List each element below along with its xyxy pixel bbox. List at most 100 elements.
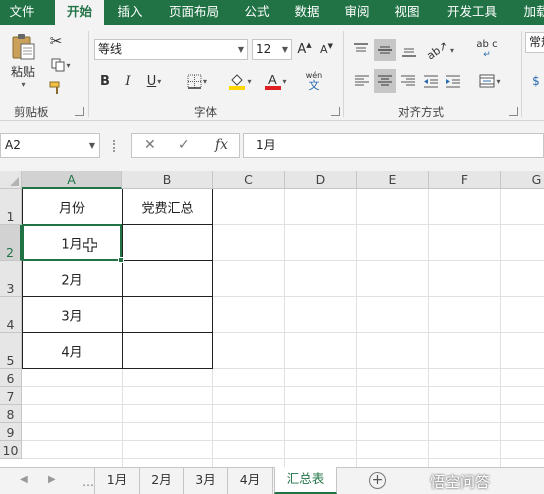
row-header-1[interactable]: 1 — [0, 189, 22, 225]
name-box[interactable]: A2 ▼ — [0, 133, 100, 158]
row-header-7[interactable]: 7 — [0, 387, 22, 405]
scroll-left-icon[interactable]: ◀ — [20, 474, 28, 485]
cell-b1[interactable]: 党费汇总 — [122, 189, 213, 225]
active-cell-outline — [22, 224, 124, 263]
column-header-b[interactable]: B — [122, 171, 213, 189]
plus-icon: + — [371, 472, 384, 488]
formula-bar: A2 ▼ ✕ ✓ fx 1月 — [0, 121, 544, 171]
borders-button[interactable]: ▾ — [182, 71, 212, 91]
row-header-3[interactable]: 3 — [0, 261, 22, 297]
gridline — [500, 189, 501, 467]
insert-function-icon[interactable]: fx — [215, 137, 228, 153]
caret-up-icon: ▲ — [306, 40, 312, 49]
tab-insert[interactable]: 插入 — [108, 0, 152, 25]
grow-font-button[interactable]: A ▲ — [296, 40, 313, 59]
format-painter-button[interactable] — [46, 79, 66, 97]
row-header-2[interactable]: 2 — [0, 225, 22, 261]
font-size-combo[interactable]: 12 ▼ — [252, 39, 292, 60]
cell-a3[interactable]: 2月 — [22, 261, 122, 297]
fill-color-button[interactable]: ▾ — [224, 70, 256, 92]
align-middle-button[interactable] — [374, 39, 396, 61]
column-header-e[interactable]: E — [357, 171, 429, 189]
cell-text: 月份 — [58, 201, 85, 217]
tab-formulas[interactable]: 公式 — [236, 0, 278, 25]
paste-button[interactable]: 粘贴 ▾ — [6, 31, 40, 91]
scroll-right-icon[interactable]: ▶ — [48, 474, 56, 485]
underline-label: U — [146, 73, 157, 89]
column-header-a[interactable]: A — [22, 171, 122, 189]
add-sheet-button[interactable]: + — [369, 472, 386, 489]
row-header-5[interactable]: 5 — [0, 333, 22, 369]
align-right-button[interactable] — [398, 70, 418, 92]
font-name-combo[interactable]: 等线 ▼ — [94, 39, 248, 60]
orientation-button[interactable]: ab↗ ▾ — [424, 38, 456, 62]
alignment-dialog-launcher-icon[interactable] — [509, 107, 518, 116]
increase-indent-button[interactable] — [443, 70, 463, 92]
formula-input[interactable]: 1月 — [243, 133, 544, 158]
cancel-icon[interactable]: ✕ — [144, 137, 156, 153]
sheet-tab-mar[interactable]: 3月 — [184, 468, 228, 494]
chevron-down-icon: ▾ — [449, 45, 454, 55]
cell-a1[interactable]: 月份 — [22, 189, 122, 225]
sheet-tab-apr[interactable]: 4月 — [228, 468, 273, 494]
align-top-button[interactable] — [350, 39, 372, 61]
phonetic-guide-button[interactable]: wén 文 — [303, 69, 325, 93]
row-header-10[interactable]: 10 — [0, 441, 22, 459]
shrink-font-button[interactable]: A ▼ — [318, 40, 335, 59]
cut-button[interactable]: ✂ — [46, 32, 66, 50]
group-separator — [521, 31, 522, 117]
column-header-c[interactable]: C — [213, 171, 285, 189]
merge-center-button[interactable]: ▾ — [476, 70, 504, 92]
chevron-down-icon: ▾ — [247, 76, 252, 86]
tab-home[interactable]: 开始 — [55, 0, 104, 26]
align-center-button[interactable] — [374, 69, 396, 93]
accounting-format-button[interactable]: $ — [526, 70, 544, 92]
fill-handle[interactable] — [118, 257, 124, 263]
row-number: 3 — [6, 281, 15, 296]
decrease-indent-button[interactable] — [421, 70, 441, 92]
column-header-g[interactable]: G — [501, 171, 544, 189]
cell-b3[interactable] — [122, 261, 213, 297]
chevron-down-icon: ▾ — [496, 76, 501, 86]
number-format-combo[interactable]: 常规 — [525, 32, 544, 53]
tab-developer[interactable]: 开发工具 — [440, 0, 504, 25]
cell-b2[interactable] — [122, 225, 213, 261]
cell-a4[interactable]: 3月 — [22, 297, 122, 333]
select-all-button[interactable] — [0, 171, 22, 189]
row-header-4[interactable]: 4 — [0, 297, 22, 333]
align-bottom-button[interactable] — [398, 39, 420, 61]
tab-review[interactable]: 审阅 — [336, 0, 378, 25]
row-header-9[interactable]: 9 — [0, 423, 22, 441]
tab-data[interactable]: 数据 — [286, 0, 328, 25]
tab-addins[interactable]: 加载 — [516, 0, 544, 25]
underline-button[interactable]: U ▾ — [141, 71, 167, 91]
cell-b5[interactable] — [122, 333, 213, 369]
tab-view[interactable]: 视图 — [386, 0, 428, 25]
more-sheets-icon[interactable]: … — [82, 475, 94, 489]
bold-button[interactable]: B — [96, 71, 114, 91]
row-header-6[interactable]: 6 — [0, 369, 22, 387]
column-header-d[interactable]: D — [285, 171, 357, 189]
paintbrush-icon — [49, 81, 60, 94]
spreadsheet-grid[interactable]: A B C D E F G 1 2 3 4 5 6 7 8 9 10 月份 党费… — [0, 171, 544, 467]
tab-page-layout[interactable]: 页面布局 — [160, 0, 228, 25]
italic-button[interactable]: I — [119, 71, 137, 91]
font-dialog-launcher-icon[interactable] — [331, 107, 340, 116]
wrap-text-button[interactable]: ab c ↵ — [476, 39, 498, 61]
font-color-button[interactable]: A ▾ — [261, 70, 291, 92]
sheet-tab-summary[interactable]: 汇总表 — [274, 467, 337, 494]
copy-button[interactable]: ▾ — [46, 56, 76, 74]
cell-a5[interactable]: 4月 — [22, 333, 122, 369]
tab-file[interactable]: 文件 — [0, 0, 44, 25]
row-header-8[interactable]: 8 — [0, 405, 22, 423]
column-header-f[interactable]: F — [429, 171, 501, 189]
sheet-tab-jan[interactable]: 1月 — [94, 468, 140, 494]
sheet-tab-feb[interactable]: 2月 — [140, 468, 184, 494]
row-number: 6 — [6, 371, 15, 386]
align-left-button[interactable] — [352, 70, 372, 92]
group-separator — [343, 31, 344, 117]
enter-icon[interactable]: ✓ — [178, 137, 190, 153]
cell-b4[interactable] — [122, 297, 213, 333]
clipboard-dialog-launcher-icon[interactable] — [75, 107, 84, 116]
formula-bar-resize-handle[interactable] — [113, 140, 117, 152]
